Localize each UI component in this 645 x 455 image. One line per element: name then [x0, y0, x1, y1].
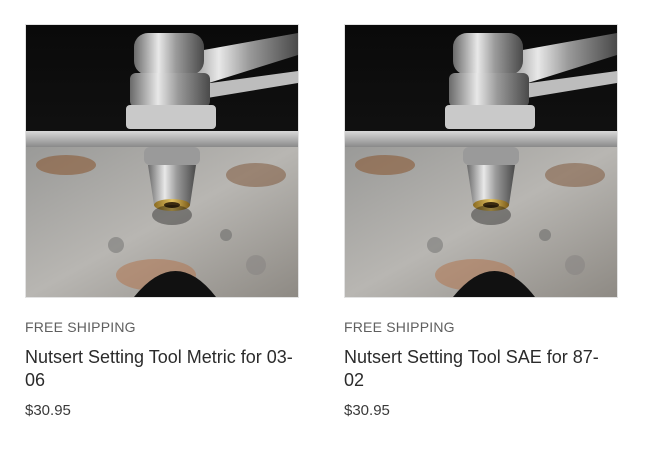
product-photo: [345, 25, 617, 297]
product-grid: FREE SHIPPING Nutsert Setting Tool Metri…: [0, 0, 645, 455]
product-title[interactable]: Nutsert Setting Tool SAE for 87-02: [344, 346, 614, 392]
product-image[interactable]: [25, 24, 299, 298]
free-shipping-badge: FREE SHIPPING: [344, 319, 455, 335]
product-price: $30.95: [344, 402, 390, 419]
product-price: $30.95: [25, 402, 71, 419]
product-title[interactable]: Nutsert Setting Tool Metric for 03-06: [25, 346, 295, 392]
product-image[interactable]: [344, 24, 618, 298]
product-card[interactable]: FREE SHIPPING Nutsert Setting Tool Metri…: [25, 24, 299, 421]
free-shipping-badge: FREE SHIPPING: [25, 319, 136, 335]
product-card[interactable]: FREE SHIPPING Nutsert Setting Tool SAE f…: [344, 24, 618, 421]
product-photo: [26, 25, 298, 297]
